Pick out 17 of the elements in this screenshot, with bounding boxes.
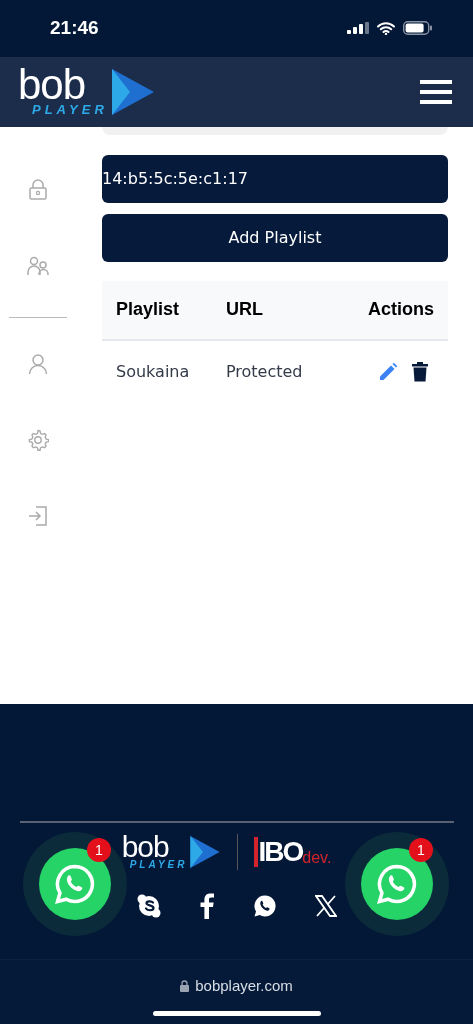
column-header: Actions <box>325 280 448 340</box>
logo-subtitle: dev. <box>302 849 332 868</box>
mac-address-field[interactable]: 14:b5:5c:5e:c1:17 <box>102 154 448 203</box>
table-cell: Protected <box>211 339 326 403</box>
column-header: Playlist <box>102 280 212 340</box>
table-cell: Soukaina <box>102 339 212 403</box>
logo-wordmark: IBO <box>254 837 303 868</box>
logo-subtitle: PLAYER <box>31 103 108 117</box>
address-bar-url[interactable]: bobplayer.com <box>195 977 293 995</box>
status-time: 21:46 <box>50 17 99 40</box>
add-playlist-button[interactable]: Add Playlist <box>102 213 448 262</box>
logo-subtitle: PLAYER <box>128 860 188 871</box>
logo-wordmark: bob <box>18 67 86 104</box>
partner-logo[interactable]: IBOdev. <box>254 837 332 868</box>
footer-logo[interactable]: bob PLAYER <box>121 833 222 872</box>
logo-wordmark: bob <box>121 834 169 861</box>
column-header: URL <box>211 280 326 340</box>
